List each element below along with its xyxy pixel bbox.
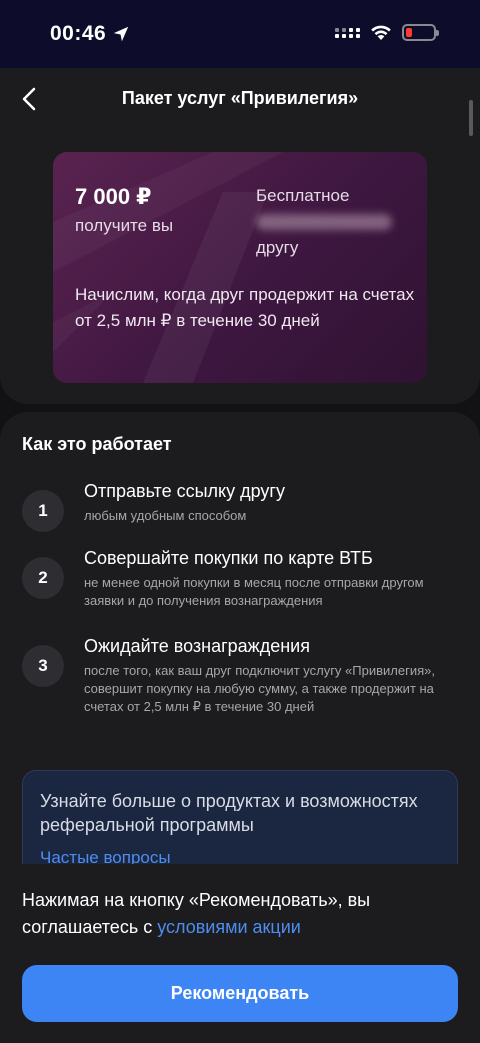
recommend-button[interactable]: Рекомендовать <box>22 965 458 1022</box>
step-title: Ожидайте вознаграждения <box>84 636 310 656</box>
terms-text: Нажимая на кнопку «Рекомендовать», вы со… <box>22 887 462 941</box>
scroll-indicator <box>469 100 473 136</box>
faq-card-text: Узнайте больше о продуктах и возможностя… <box>40 791 418 835</box>
step-description: любым удобным способом <box>84 508 247 523</box>
promo-description: Начислим, когда друг продержит на счетах… <box>75 285 415 330</box>
step-number: 3 <box>22 645 64 687</box>
reward-amount: 7 000 ₽ <box>75 184 152 209</box>
status-bar: 00:46 <box>0 0 480 68</box>
step-number: 2 <box>22 557 64 599</box>
step-description: после того, как ваш друг подключит услуг… <box>84 663 435 714</box>
location-icon <box>114 26 129 42</box>
promo-card: 7 000 ₽ получите вы Бесплатное другу Нач… <box>53 152 427 383</box>
how-it-works-section: Как это работает 1 Отправьте ссылку друг… <box>0 412 480 910</box>
status-time: 00:46 <box>50 22 130 46</box>
how-it-works-title: Как это работает <box>22 434 172 454</box>
friend-label: другу <box>256 238 299 257</box>
status-right <box>335 24 439 41</box>
signal-icon <box>335 27 360 38</box>
step-number: 1 <box>22 490 64 532</box>
screen: 00:46 Пакет услуг «Привилегия» 7 000 ₽ п… <box>0 0 480 1043</box>
step-title: Отправьте ссылку другу <box>84 481 285 501</box>
battery-level <box>406 28 412 37</box>
free-label: Бесплатное <box>256 186 350 205</box>
step-title: Совершайте покупки по карте ВТБ <box>84 548 373 568</box>
wifi-icon <box>371 25 391 40</box>
status-time-text: 00:46 <box>50 22 107 45</box>
battery-icon <box>402 24 439 41</box>
step-description: не менее одной покупки в месяц после отп… <box>84 575 424 608</box>
page-title: Пакет услуг «Привилегия» <box>121 88 359 108</box>
footer-section: Нажимая на кнопку «Рекомендовать», вы со… <box>0 864 480 1043</box>
blurred-text <box>256 214 392 230</box>
reward-amount-caption: получите вы <box>75 216 174 235</box>
terms-link[interactable]: условиями акции <box>157 917 301 937</box>
header-section: Пакет услуг «Привилегия» 7 000 ₽ получит… <box>0 68 480 404</box>
